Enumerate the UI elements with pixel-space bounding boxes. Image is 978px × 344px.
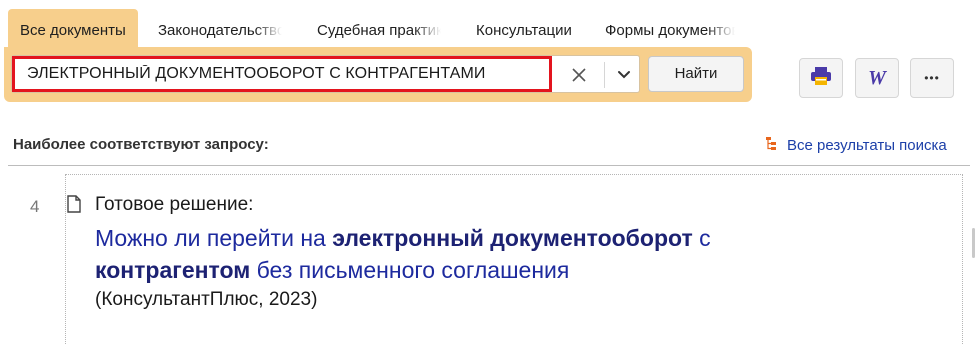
result-number: 4 [30,197,40,216]
title-part-highlight: контрагентом [95,257,251,283]
tab-consultations[interactable]: Консультации [476,9,572,48]
word-icon: W [868,66,886,89]
divider [604,62,605,88]
title-part: с [692,225,711,251]
section-title: Наиболее соответствуют запросу: [13,136,269,153]
result-title-link[interactable]: Можно ли перейти на электронный документ… [95,222,855,286]
tab-legislation[interactable]: Законодательство [158,9,282,48]
more-icon: ••• [924,71,940,85]
more-button[interactable]: ••• [910,58,954,98]
search-box [11,55,640,93]
all-results-link[interactable]: Все результаты поиска [765,136,947,154]
tab-document-forms[interactable]: Формы документов [605,9,735,48]
print-button[interactable] [799,58,843,98]
tab-court-practice[interactable]: Судебная практика [317,9,441,48]
result-type: Готовое решение: [95,194,254,215]
tab-all-documents[interactable]: Все документы [8,9,138,48]
close-icon[interactable] [568,64,590,86]
scrollbar[interactable] [972,228,975,258]
title-part: без письменного соглашения [250,257,570,283]
result-source: (КонсультантПлюс, 2023) [95,289,318,310]
chevron-down-icon[interactable] [612,63,636,87]
search-panel: Найти [4,47,752,102]
printer-icon [810,66,832,91]
export-word-button[interactable]: W [855,58,899,98]
divider [8,165,970,166]
find-button[interactable]: Найти [648,56,744,92]
title-part: Можно ли перейти на [95,225,333,251]
document-icon [67,195,81,213]
category-tabs: Все документы Законодательство Судебная … [0,0,760,48]
all-results-label: Все результаты поиска [787,136,947,154]
search-input[interactable] [12,56,552,92]
title-part-highlight: электронный документооборот [332,225,693,251]
tree-list-icon [765,136,781,154]
